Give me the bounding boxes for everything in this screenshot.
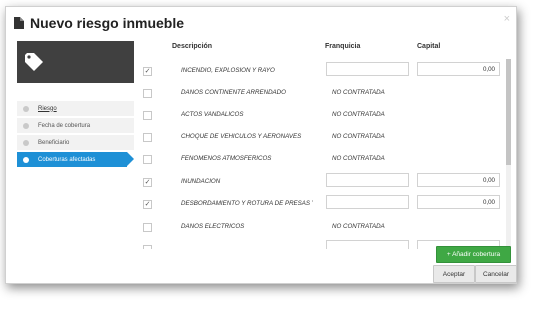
- sidebar-item-label: Fecha de cobertura: [38, 122, 91, 129]
- franchise-input[interactable]: [326, 62, 409, 76]
- franchise-input[interactable]: [326, 240, 409, 249]
- row-status: NO CONTRATADA: [332, 133, 385, 140]
- sidebar-item-label: Coberturas afectadas: [38, 156, 96, 163]
- step-dot-icon: [23, 139, 29, 146]
- row-status: NO CONTRATADA: [332, 223, 385, 230]
- row-description: ACTOS VANDALICOS: [181, 111, 244, 118]
- sidebar-item-label: Beneficiario: [38, 139, 70, 146]
- accept-button[interactable]: Aceptar: [433, 265, 475, 283]
- step-dot-icon: [23, 122, 29, 129]
- row-checkbox[interactable]: [143, 133, 152, 142]
- dialog-title: Nuevo riesgo inmueble: [30, 15, 185, 31]
- scrollbar-thumb[interactable]: [506, 59, 511, 165]
- sidebar-menu: Riesgo Fecha de cobertura Beneficiario C…: [17, 101, 134, 167]
- row-description: DESBORDAMIENTO Y ROTURA DE PRESAS Y: [181, 200, 313, 207]
- row-description: FENOMENOS ATMOSFERICOS: [181, 155, 272, 162]
- sidebar: Riesgo Fecha de cobertura Beneficiario C…: [17, 41, 134, 169]
- sidebar-item-beneficiario[interactable]: Beneficiario: [17, 135, 134, 150]
- row-description: INUNDACION: [181, 178, 221, 185]
- row-status: NO CONTRATADA: [332, 89, 385, 96]
- sidebar-item-riesgo[interactable]: Riesgo: [17, 101, 134, 116]
- tag-icon: [25, 53, 43, 71]
- row-description: DAÑOS CONTINENTE ARRENDADO: [181, 89, 286, 96]
- capital-input[interactable]: 0,00: [417, 195, 500, 209]
- header-franchise: Franquicia: [325, 43, 361, 50]
- row-checkbox[interactable]: [143, 111, 152, 120]
- capital-input[interactable]: 0,00: [417, 62, 500, 76]
- row-checkbox[interactable]: [143, 223, 152, 232]
- row-checkbox[interactable]: ✓: [143, 67, 152, 76]
- table-row: ACTOS VANDALICOS NO CONTRATADA: [139, 106, 511, 128]
- franchise-input[interactable]: [326, 195, 409, 209]
- table-row: CHOQUE DE VEHICULOS Y AERONAVES NO CONTR…: [139, 128, 511, 150]
- capital-input[interactable]: 0,00: [417, 173, 500, 187]
- header-capital: Capital: [417, 43, 441, 50]
- row-status: NO CONTRATADA: [332, 111, 385, 118]
- sidebar-item-coberturas-afectadas[interactable]: Coberturas afectadas: [17, 152, 134, 167]
- row-description: CHOQUE DE VEHICULOS Y AERONAVES: [181, 133, 302, 140]
- row-checkbox[interactable]: [143, 155, 152, 164]
- table-row: ✓ INUNDACION 0,00: [139, 173, 511, 195]
- sidebar-item-label: Riesgo: [38, 105, 57, 112]
- row-checkbox[interactable]: ✓: [143, 178, 152, 187]
- row-checkbox[interactable]: [143, 89, 152, 98]
- header-description: Descripción: [172, 43, 213, 50]
- table-scrollbar[interactable]: [506, 59, 511, 249]
- step-dot-icon: [23, 156, 29, 163]
- row-description: DAÑOS ELECTRICOS: [181, 223, 245, 230]
- table-row: ✓ INCENDIO, EXPLOSION Y RAYO 0,00: [139, 62, 511, 84]
- sidebar-item-fecha-cobertura[interactable]: Fecha de cobertura: [17, 118, 134, 133]
- logo-panel: [17, 41, 134, 83]
- dialog-title-bar: Nuevo riesgo inmueble: [14, 14, 184, 32]
- close-icon[interactable]: ×: [504, 13, 510, 25]
- table-row: ✓ DESBORDAMIENTO Y ROTURA DE PRESAS Y 0,…: [139, 195, 511, 217]
- table-row: DAÑOS CONTINENTE ARRENDADO NO CONTRATADA: [139, 84, 511, 106]
- row-description: INCENDIO, EXPLOSION Y RAYO: [181, 67, 275, 74]
- coverage-table: Descripción Franquicia Capital ✓ INCENDI…: [139, 37, 511, 249]
- row-checkbox[interactable]: ✓: [143, 200, 152, 209]
- cancel-button[interactable]: Cancelar: [475, 265, 517, 283]
- step-dot-icon: [23, 105, 29, 112]
- coverage-dialog: Nuevo riesgo inmueble × Riesgo Fecha de …: [5, 6, 517, 284]
- row-status: NO CONTRATADA: [332, 155, 385, 162]
- document-icon: [14, 17, 24, 29]
- table-row: FENOMENOS ATMOSFERICOS NO CONTRATADA: [139, 150, 511, 172]
- table-row: DAÑOS ELECTRICOS NO CONTRATADA: [139, 218, 511, 240]
- row-checkbox[interactable]: [143, 245, 152, 249]
- add-coverage-button[interactable]: + Añadir cobertura: [436, 246, 511, 263]
- franchise-input[interactable]: [326, 173, 409, 187]
